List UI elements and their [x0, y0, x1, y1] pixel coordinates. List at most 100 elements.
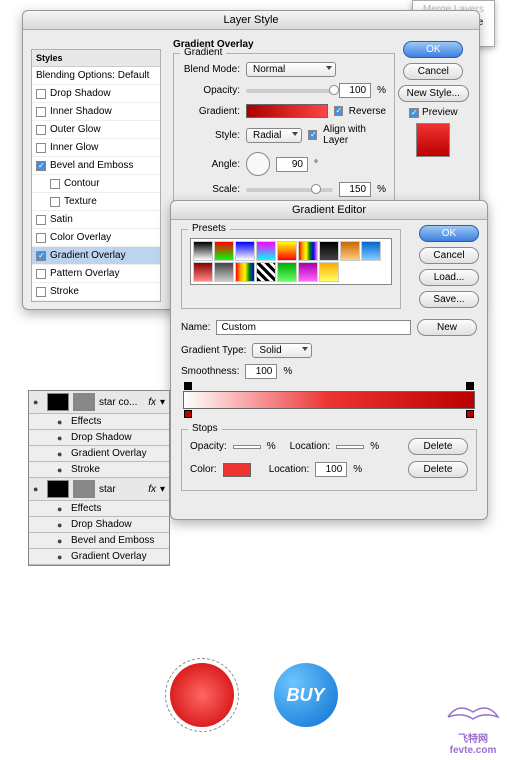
align-checkbox[interactable] [308, 130, 317, 140]
reverse-checkbox[interactable] [334, 106, 343, 116]
style-outer-glow[interactable]: Outer Glow [32, 121, 160, 139]
style-select[interactable]: Radial [246, 128, 302, 143]
opacity-stop[interactable] [184, 382, 192, 390]
effects-row-2[interactable]: Effects [29, 501, 169, 517]
visibility-icon[interactable] [57, 433, 67, 443]
checkbox[interactable] [36, 161, 46, 171]
visibility-icon[interactable] [57, 536, 67, 546]
angle-input[interactable]: 90 [276, 157, 308, 172]
chevron-down-icon[interactable]: ▾ [160, 484, 165, 495]
preset[interactable] [214, 241, 234, 261]
layer-star[interactable]: star fx ▾ [29, 478, 169, 501]
ge-load-button[interactable]: Load... [419, 269, 479, 286]
visibility-icon[interactable] [57, 520, 67, 530]
preset[interactable] [298, 262, 318, 282]
preset[interactable] [193, 262, 213, 282]
stop-color-swatch[interactable] [223, 463, 251, 477]
preset[interactable] [214, 262, 234, 282]
visibility-icon[interactable] [57, 449, 67, 459]
effect-gradient-overlay-2[interactable]: Gradient Overlay [29, 549, 169, 565]
gradient-bar[interactable] [183, 391, 475, 409]
style-stroke[interactable]: Stroke [32, 283, 160, 301]
cancel-button[interactable]: Cancel [403, 63, 463, 80]
preview-checkbox[interactable] [409, 108, 419, 118]
opacity-input[interactable]: 100 [339, 83, 371, 98]
color-stop[interactable] [184, 410, 192, 418]
preset[interactable] [277, 262, 297, 282]
color-stop[interactable] [466, 410, 474, 418]
preset[interactable] [256, 262, 276, 282]
style-contour[interactable]: Contour [32, 175, 160, 193]
ge-save-button[interactable]: Save... [419, 291, 479, 308]
delete-color-stop[interactable]: Delete [408, 461, 468, 478]
type-select[interactable]: Solid [252, 343, 312, 358]
layer-star-co[interactable]: star co... fx ▾ [29, 391, 169, 414]
fx-badge[interactable]: fx [148, 484, 156, 495]
style-drop-shadow[interactable]: Drop Shadow [32, 85, 160, 103]
stop-opacity-input[interactable] [233, 445, 261, 449]
style-inner-shadow[interactable]: Inner Shadow [32, 103, 160, 121]
effect-drop-shadow-2[interactable]: Drop Shadow [29, 517, 169, 533]
checkbox[interactable] [36, 89, 46, 99]
blending-options[interactable]: Blending Options: Default [32, 67, 160, 85]
chevron-down-icon[interactable]: ▾ [160, 397, 165, 408]
checkbox[interactable] [36, 143, 46, 153]
effect-gradient-overlay[interactable]: Gradient Overlay [29, 446, 169, 462]
style-gradient-overlay[interactable]: Gradient Overlay [32, 247, 160, 265]
scale-slider[interactable] [246, 188, 333, 192]
checkbox[interactable] [36, 107, 46, 117]
style-inner-glow[interactable]: Inner Glow [32, 139, 160, 157]
angle-dial[interactable] [246, 152, 270, 176]
blend-mode-select[interactable]: Normal [246, 62, 336, 77]
delete-opacity-stop[interactable]: Delete [408, 438, 468, 455]
style-texture[interactable]: Texture [32, 193, 160, 211]
stop-location-input-1[interactable] [336, 445, 364, 449]
preset[interactable] [235, 241, 255, 261]
style-satin[interactable]: Satin [32, 211, 160, 229]
opacity-stop[interactable] [466, 382, 474, 390]
preset[interactable] [298, 241, 318, 261]
style-bevel-emboss[interactable]: Bevel and Emboss [32, 157, 160, 175]
checkbox[interactable] [36, 215, 46, 225]
checkbox[interactable] [36, 269, 46, 279]
checkbox[interactable] [50, 197, 60, 207]
visibility-icon[interactable] [33, 484, 43, 494]
preset[interactable] [319, 241, 339, 261]
scale-input[interactable]: 150 [339, 182, 371, 197]
ge-cancel-button[interactable]: Cancel [419, 247, 479, 264]
preset[interactable] [319, 262, 339, 282]
visibility-icon[interactable] [57, 465, 67, 475]
style-color-overlay[interactable]: Color Overlay [32, 229, 160, 247]
ok-button[interactable]: OK [403, 41, 463, 58]
checkbox[interactable] [36, 251, 46, 261]
preset[interactable] [340, 241, 360, 261]
preset[interactable] [235, 262, 255, 282]
style-pattern-overlay[interactable]: Pattern Overlay [32, 265, 160, 283]
new-button[interactable]: New [417, 319, 477, 336]
fx-badge[interactable]: fx [148, 397, 156, 408]
visibility-icon[interactable] [57, 504, 67, 514]
new-style-button[interactable]: New Style... [398, 85, 469, 102]
ge-ok-button[interactable]: OK [419, 225, 479, 242]
checkbox[interactable] [36, 287, 46, 297]
visibility-icon[interactable] [57, 552, 67, 562]
visibility-icon[interactable] [57, 417, 67, 427]
checkbox[interactable] [36, 233, 46, 243]
preset[interactable] [361, 241, 381, 261]
effect-stroke[interactable]: Stroke [29, 462, 169, 478]
gradient-swatch[interactable] [246, 104, 328, 118]
preset[interactable] [256, 241, 276, 261]
starburst-shape[interactable] [170, 663, 234, 727]
effects-row[interactable]: Effects [29, 414, 169, 430]
visibility-icon[interactable] [33, 397, 43, 407]
smoothness-input[interactable]: 100 [245, 364, 277, 379]
stop-location-input-2[interactable]: 100 [315, 462, 347, 477]
effect-bevel-emboss[interactable]: Bevel and Emboss [29, 533, 169, 549]
checkbox[interactable] [50, 179, 60, 189]
opacity-slider[interactable] [246, 89, 333, 93]
name-input[interactable] [216, 320, 411, 335]
effect-drop-shadow[interactable]: Drop Shadow [29, 430, 169, 446]
preset[interactable] [193, 241, 213, 261]
checkbox[interactable] [36, 125, 46, 135]
preset[interactable] [277, 241, 297, 261]
